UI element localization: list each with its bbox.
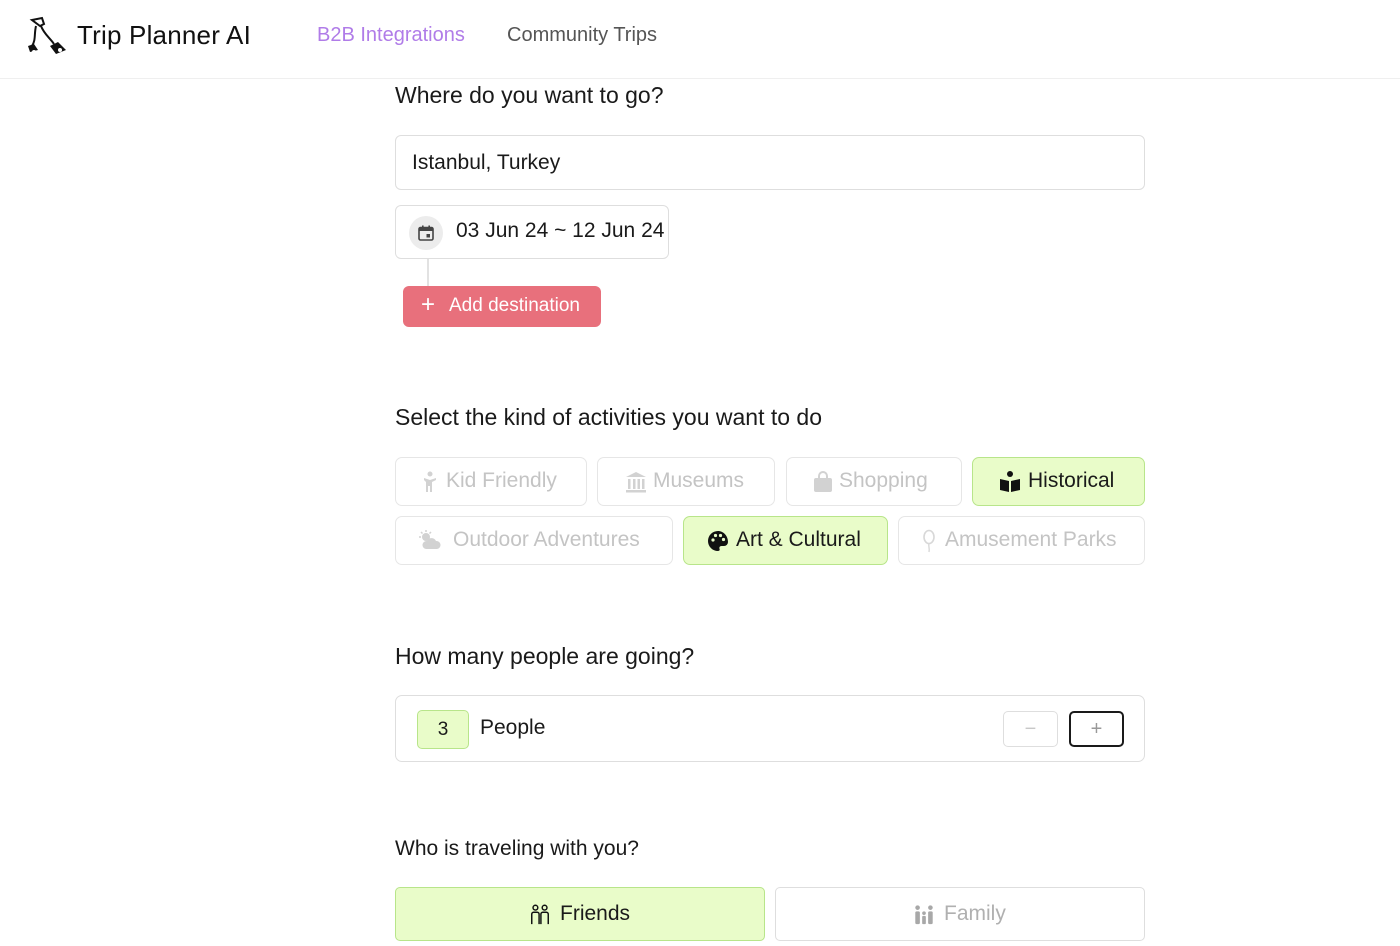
activity-amusement-parks[interactable]: Amusement Parks — [898, 516, 1145, 565]
weather-icon — [419, 530, 441, 549]
brand-name[interactable]: Trip Planner AI — [77, 20, 251, 51]
activity-kid-friendly[interactable]: Kid Friendly — [395, 457, 587, 506]
walking-legs-logo-icon[interactable] — [26, 16, 68, 58]
companion-label: Family — [944, 902, 1006, 925]
plus-icon: + — [421, 291, 436, 318]
companions-title: Who is traveling with you? — [395, 837, 639, 860]
activity-label: Museums — [653, 469, 745, 492]
activity-shopping[interactable]: Shopping — [786, 457, 962, 506]
people-title: How many people are going? — [395, 643, 695, 669]
nav-community-trips[interactable]: Community Trips — [507, 24, 657, 47]
companion-label: Friends — [560, 902, 631, 925]
destination-connector — [427, 259, 429, 286]
shopping-bag-icon — [814, 471, 832, 492]
activities-title: Select the kind of activities you want t… — [395, 404, 823, 430]
decrease-people-button[interactable]: − — [1003, 711, 1058, 747]
companion-family-button[interactable]: Family — [775, 887, 1145, 941]
destination-input[interactable] — [395, 135, 1145, 190]
activity-historical[interactable]: Historical — [972, 457, 1145, 506]
friends-icon — [531, 904, 549, 925]
activity-art-cultural[interactable]: Art & Cultural — [683, 516, 888, 565]
balloon-icon — [923, 529, 935, 553]
date-range-picker[interactable]: 03 Jun 24 ~ 12 Jun 24 — [395, 205, 669, 259]
museum-icon — [626, 472, 646, 493]
people-counter: 3 People − + — [395, 695, 1145, 762]
companion-friends-button[interactable]: Friends — [395, 887, 765, 941]
activity-label: Shopping — [839, 469, 928, 492]
add-destination-label: Add destination — [449, 295, 580, 316]
activity-label: Kid Friendly — [446, 469, 557, 492]
family-icon — [915, 905, 933, 925]
activity-label: Amusement Parks — [945, 528, 1117, 551]
increase-people-button[interactable]: + — [1069, 711, 1124, 747]
book-reader-icon — [1000, 471, 1020, 492]
calendar-icon — [409, 216, 443, 250]
date-range-text: 03 Jun 24 ~ 12 Jun 24 — [456, 219, 665, 242]
palette-icon — [708, 531, 728, 551]
top-header: Trip Planner AI B2B Integrations Communi… — [0, 0, 1400, 79]
people-count: 3 — [417, 710, 469, 749]
activity-label: Outdoor Adventures — [453, 528, 640, 551]
people-label: People — [480, 716, 546, 739]
child-icon — [424, 471, 436, 492]
activity-outdoor-adventures[interactable]: Outdoor Adventures — [395, 516, 673, 565]
activity-label: Art & Cultural — [736, 528, 861, 551]
activity-museums[interactable]: Museums — [597, 457, 775, 506]
add-destination-button[interactable]: + Add destination — [403, 286, 601, 327]
destination-title: Where do you want to go? — [395, 82, 664, 108]
activity-label: Historical — [1028, 469, 1115, 492]
nav-b2b-integrations[interactable]: B2B Integrations — [317, 24, 465, 47]
